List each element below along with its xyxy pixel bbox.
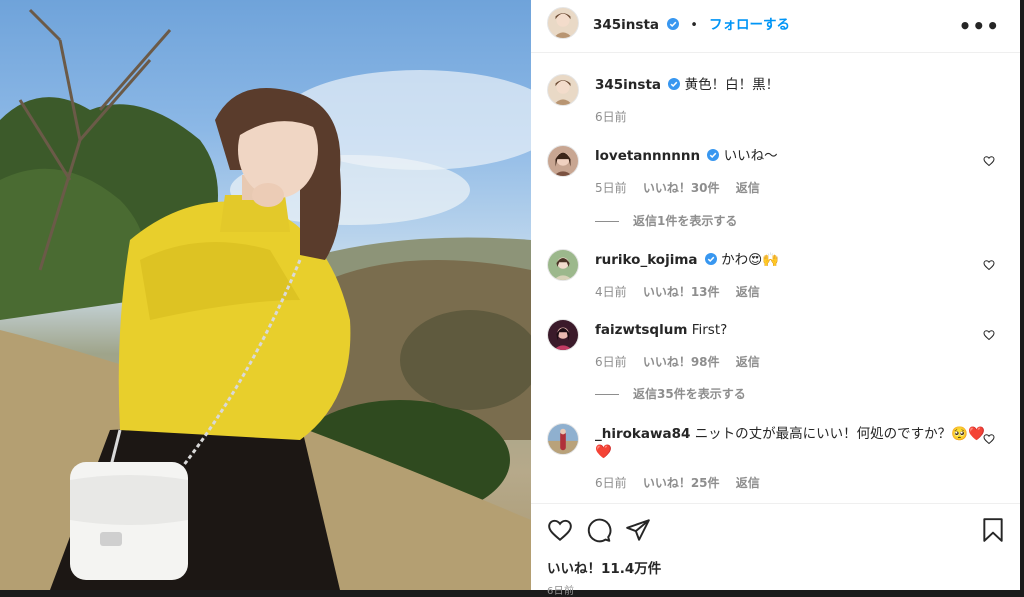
view-replies-button[interactable]: 返信1件を表示する — [595, 212, 737, 229]
replies-line — [595, 394, 619, 395]
verified-icon — [707, 149, 720, 161]
comment-item: _hirokawa84 ニットの丈が最高にいい！何処のですか？🥺❤️❤️ 6日前… — [547, 423, 997, 503]
comment-text-line: _hirokawa84 ニットの丈が最高にいい！何処のですか？🥺❤️❤️ — [595, 425, 985, 461]
author-avatar-image — [548, 8, 578, 38]
comment-likes[interactable]: いいね！25件 — [643, 476, 720, 490]
comment-text: いいね〜 — [723, 148, 778, 164]
comments-list[interactable]: 345insta 黄色！白！黒！ 6日前 lovetannnnnn いいね〜 5… — [531, 54, 1020, 503]
header-separator: • — [690, 18, 698, 33]
post-actions: いいね！11.4万件 6日前 — [531, 503, 1020, 597]
caption-item: 345insta 黄色！白！黒！ 6日前 — [547, 74, 997, 134]
commenter-avatar[interactable] — [547, 319, 579, 351]
post-photo[interactable] — [0, 0, 531, 590]
author-username[interactable]: 345insta — [593, 17, 659, 33]
view-replies-label: 返信1件を表示する — [633, 214, 738, 228]
comment-text-line: ruriko_kojima かわ😍🙌 — [595, 251, 985, 269]
share-icon[interactable] — [625, 517, 651, 543]
commenter-username[interactable]: ruriko_kojima — [595, 252, 698, 268]
comment-item: ruriko_kojima かわ😍🙌 4日前 いいね！13件 返信 — [547, 249, 997, 309]
verified-icon — [704, 253, 717, 265]
commenter-avatar-image — [548, 250, 578, 280]
post-header: 345insta • フォローする ••• — [531, 0, 1020, 53]
comment-meta: 5日前 いいね！30件 返信 — [595, 179, 772, 196]
caption-text: 黄色！白！黒！ — [684, 77, 780, 93]
comment-likes[interactable]: いいね！30件 — [643, 181, 720, 195]
likes-count[interactable]: いいね！11.4万件 — [547, 557, 661, 577]
comment-meta: 6日前 いいね！25件 返信 — [595, 474, 772, 491]
more-options-icon[interactable]: ••• — [959, 14, 1000, 38]
comment-likes[interactable]: いいね！98件 — [643, 355, 720, 369]
commenter-username[interactable]: lovetannnnnn — [595, 148, 700, 164]
comment-time[interactable]: 6日前 — [595, 476, 627, 490]
comment-meta: 4日前 いいね！13件 返信 — [595, 283, 772, 300]
comment-heart-icon[interactable] — [983, 155, 995, 167]
replies-line — [595, 221, 619, 222]
comment-item: lovetannnnnn いいね〜 5日前 いいね！30件 返信 返信1件を表示… — [547, 145, 997, 235]
commenter-avatar-image — [548, 424, 578, 454]
instagram-post-window: 345insta • フォローする ••• 345insta 黄色！白！黒！ 6… — [0, 0, 1024, 597]
reply-button[interactable]: 返信 — [736, 355, 760, 369]
commenter-avatar[interactable] — [547, 423, 579, 455]
comment-time[interactable]: 6日前 — [595, 355, 627, 369]
author-avatar[interactable] — [547, 74, 579, 106]
comment-text-line: faizwtsqlum First? — [595, 321, 985, 339]
caption-meta: 6日前 — [595, 108, 639, 125]
view-replies-label: 返信35件を表示する — [633, 387, 746, 401]
caption-username[interactable]: 345insta — [595, 77, 661, 93]
verified-icon — [667, 18, 680, 30]
comment-meta: 6日前 いいね！98件 返信 — [595, 353, 772, 370]
commenter-username[interactable]: faizwtsqlum — [595, 322, 687, 338]
comment-time[interactable]: 4日前 — [595, 285, 627, 299]
like-heart-icon[interactable] — [547, 517, 573, 543]
comment-text: First? — [691, 322, 728, 338]
comment-icon[interactable] — [586, 517, 612, 543]
photo-illustration — [0, 8, 531, 590]
author-avatar[interactable] — [547, 7, 579, 39]
comment-text: かわ😍🙌 — [721, 252, 779, 268]
comment-item: faizwtsqlum First? 6日前 いいね！98件 返信 返信35件を… — [547, 319, 997, 409]
reply-button[interactable]: 返信 — [736, 476, 760, 490]
comment-likes[interactable]: いいね！13件 — [643, 285, 720, 299]
comment-text-line: lovetannnnnn いいね〜 — [595, 147, 985, 165]
bookmark-icon[interactable] — [980, 517, 1006, 543]
caption-time[interactable]: 6日前 — [595, 110, 627, 124]
comment-time[interactable]: 5日前 — [595, 181, 627, 195]
comment-heart-icon[interactable] — [983, 329, 995, 341]
commenter-avatar-image — [548, 146, 578, 176]
caption-text-line: 345insta 黄色！白！黒！ — [595, 76, 985, 94]
commenter-avatar[interactable] — [547, 249, 579, 281]
comment-heart-icon[interactable] — [983, 259, 995, 271]
follow-button[interactable]: フォローする — [709, 17, 790, 33]
window-edge — [1020, 0, 1024, 590]
reply-button[interactable]: 返信 — [736, 285, 760, 299]
comment-heart-icon[interactable] — [983, 433, 995, 445]
commenter-username[interactable]: _hirokawa84 — [595, 426, 690, 442]
verified-icon — [668, 78, 681, 90]
caption-avatar-image — [548, 75, 578, 105]
commenter-avatar[interactable] — [547, 145, 579, 177]
reply-button[interactable]: 返信 — [736, 181, 760, 195]
post-side-panel: 345insta • フォローする ••• 345insta 黄色！白！黒！ 6… — [531, 0, 1020, 597]
view-replies-button[interactable]: 返信35件を表示する — [595, 385, 746, 402]
commenter-avatar-image — [548, 320, 578, 350]
